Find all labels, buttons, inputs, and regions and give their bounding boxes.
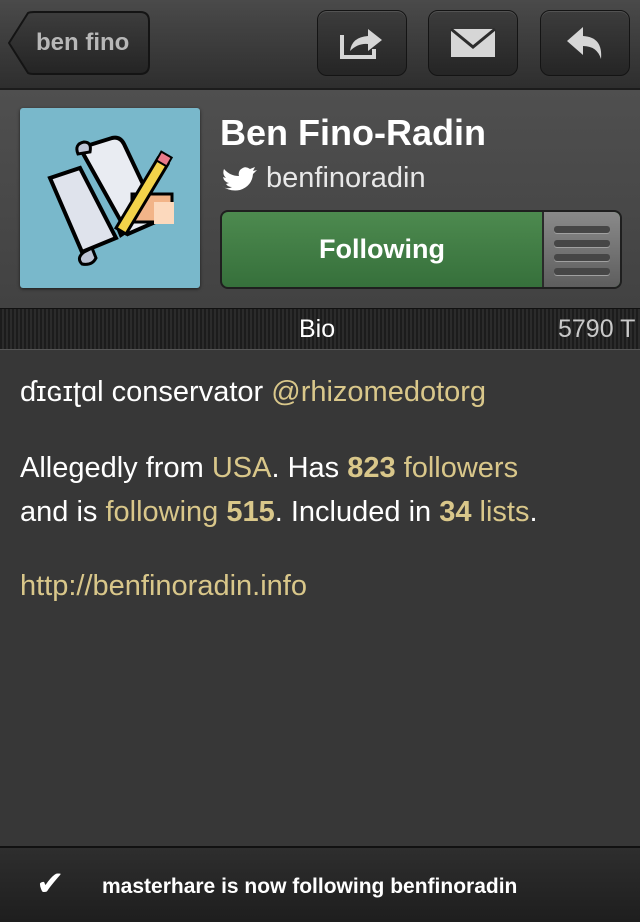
location-link[interactable]: USA (212, 452, 272, 484)
twitter-bird-icon (222, 167, 257, 191)
tab-tweets-count[interactable]: 5790 T (558, 315, 635, 344)
and-is-text: and is (20, 496, 98, 528)
nav-bar: ben fino (0, 0, 640, 90)
grip-line (554, 254, 610, 261)
grip-line (554, 240, 610, 247)
bio-following-line: and is following 515. Included in 34 lis… (20, 490, 538, 534)
options-grip-button[interactable] (542, 212, 620, 287)
following-count[interactable]: 515 (226, 496, 274, 528)
share-button[interactable] (317, 10, 407, 76)
mail-button[interactable] (428, 10, 518, 76)
lists-link[interactable]: lists (480, 496, 530, 528)
status-toast: ✔ masterhare is now following benfinorad… (0, 846, 640, 922)
bio-tagline-line: ɗɪɢɪʈɑl conservator @rhizomedotorg (20, 370, 486, 414)
from-text: Allegedly from (20, 452, 204, 484)
profile-handle: benfinoradin (266, 162, 426, 194)
followers-link[interactable]: followers (404, 452, 518, 484)
bio-tagline: ɗɪɢɪʈɑl conservator (20, 376, 264, 408)
has-text: . Has (271, 452, 340, 484)
tab-bio[interactable]: Bio (299, 315, 335, 344)
tab-strip: Bio 5790 T (0, 308, 640, 350)
back-button[interactable]: ben fino (8, 11, 150, 75)
following-button-label: Following (319, 234, 445, 264)
included-text: . Included in (274, 496, 432, 528)
lists-count[interactable]: 34 (439, 496, 471, 528)
reply-icon (567, 27, 602, 59)
reply-button[interactable] (540, 10, 630, 76)
period-text: . (529, 496, 538, 528)
scroll-pencil-icon (47, 135, 174, 266)
share-icon (340, 29, 382, 59)
following-button[interactable]: Following (220, 210, 622, 289)
rhizome-link[interactable]: @rhizomedotorg (271, 376, 486, 408)
profile-name: Ben Fino-Radin (220, 112, 486, 153)
bio-url-line: http://benfinoradin.info (20, 564, 307, 608)
avatar[interactable] (20, 108, 200, 288)
following-link[interactable]: following (105, 496, 218, 528)
profile-header: Ben Fino-Radin benfinoradin Following (0, 90, 640, 308)
grip-line (554, 268, 610, 275)
bio-location-line: Allegedly from USA. Has 823 followers (20, 446, 518, 490)
grip-line (554, 226, 610, 233)
back-button-label: ben fino (36, 29, 130, 56)
mail-icon (450, 27, 496, 57)
website-link[interactable]: http://benfinoradin.info (20, 570, 307, 602)
toast-message: masterhare is now following benfinoradin (102, 875, 518, 898)
followers-count[interactable]: 823 (347, 452, 395, 484)
checkmark-icon: ✔ (36, 865, 65, 903)
